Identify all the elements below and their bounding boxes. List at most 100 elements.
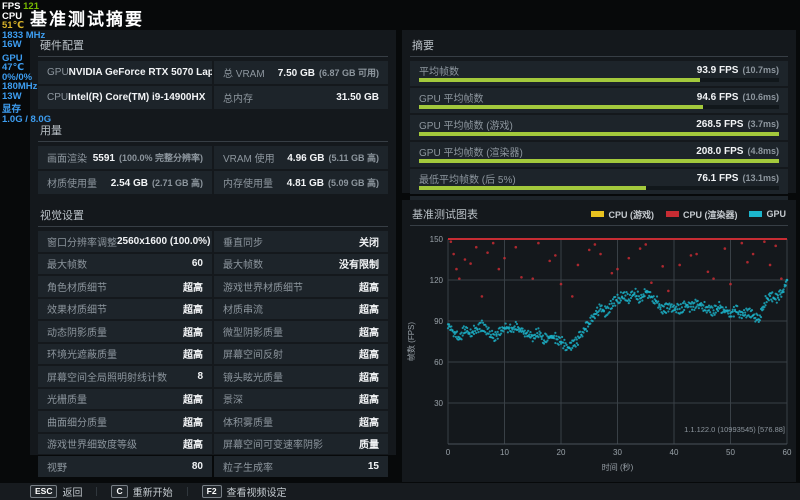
svg-text:帧数 (FPS): 帧数 (FPS) [406,322,416,361]
summary-bar-track [419,105,779,109]
setting-value: 超高 [359,395,379,407]
summary-value-sub: (10.7ms) [742,64,779,75]
hardware-cell: GPUNVIDIA GeForce RTX 5070 Laptop GPU [38,61,212,84]
summary-value: 93.9 FPS [696,64,739,76]
divider [186,487,188,496]
summary-bar [419,105,704,109]
usage-cell: 材质使用量 2.54 GB (2.71 GB 高) [38,171,212,194]
setting-label: 视野 [47,462,67,474]
visual-setting-cell: 粒子生成率 15 [214,456,388,477]
summary-bar-track [419,186,779,190]
legend-label: GPU [766,209,786,219]
setting-value: 质量 [359,440,379,452]
setting-value: 超高 [183,395,203,407]
summary-value: 76.1 FPS [696,172,739,184]
visual-setting-cell: 视野 80 [38,456,212,477]
summary-row: GPU 平均帧数 (游戏) 268.5 FPS (3.7ms) [410,115,788,140]
setting-value: 超高 [359,282,379,294]
divider [38,226,388,227]
esc-keycap: ESC [30,485,58,498]
c-keycap: C [111,485,128,498]
setting-label: 镜头眩光质量 [223,372,283,384]
setting-label: 画面渲染 [47,154,87,165]
legend-swatch-cpu-renderer [665,211,679,217]
setting-value: 超高 [359,305,379,317]
setting-value: 80 [191,460,203,472]
svg-text:120: 120 [430,276,444,285]
visual-setting-cell: 曲面细分质量 超高 [38,411,212,432]
legend-item-gpu: GPU [749,209,786,219]
setting-label: 材质使用量 [47,179,97,190]
setting-label: 内存使用量 [223,179,273,190]
legend-item-cpu-game: CPU (游戏) [591,208,654,221]
f2-keycap: F2 [201,485,222,498]
setting-value: 超高 [183,350,203,362]
summary-value-sub: (10.6ms) [742,91,779,102]
overlay-line: 16W [2,40,51,50]
setting-value: 8 [197,370,203,382]
overlay-line: 13W [2,91,51,102]
svg-text:60: 60 [783,448,792,457]
visual-setting-cell: 游戏世界材质细节 超高 [214,276,388,297]
setting-value: 4.96 GB [287,153,325,164]
svg-text:50: 50 [726,448,735,457]
visual-setting-cell: 窗口分辨率调整 2560x1600 (100.0%) [38,231,212,252]
summary-label: GPU 平均帧数 (渲染器) [419,147,523,159]
summary-bar-track [419,132,779,136]
legend-label: CPU (渲染器) [682,209,738,220]
restart-button[interactable]: C 重新开始 [111,484,173,499]
summary-value-sub: (4.8ms) [747,145,779,156]
svg-text:10: 10 [500,448,509,457]
svg-text:90: 90 [434,317,443,326]
divider [96,487,98,496]
setting-label: 体积雾质量 [223,417,273,429]
legend-swatch-gpu [749,211,763,217]
perf-overlay: FPS 121 CPU 51℃ 1833 MHz 16W GPU 47℃ 0%/0% 180MH… [2,2,51,124]
back-button[interactable]: ESC 返回 [30,484,82,499]
summary-row: GPU 平均帧数 (渲染器) 208.0 FPS (4.8ms) [410,142,788,167]
legend-swatch-cpu-game [591,211,605,217]
visual-setting-cell: 环境光遮蔽质量 超高 [38,343,212,364]
summary-bar [419,159,779,163]
setting-value: 超高 [183,327,203,339]
setting-label: 游戏世界细致度等级 [47,440,137,452]
fps-chart: 0 10 20 30 40 50 60 30 60 90 120 150 时间 (秒) 帧数 (FPS) 1… [406,235,792,472]
setting-value: 没有限制 [339,260,379,272]
svg-text:150: 150 [430,235,444,244]
summary-bar-track [419,78,779,82]
setting-value: 超高 [183,282,203,294]
setting-value: 超高 [359,350,379,362]
visual-setting-cell: 景深 超高 [214,388,388,409]
setting-label: 垂直同步 [223,237,263,249]
summary-rows: 平均帧数 93.9 FPS (10.7ms) GPU 平均帧数 94.6 FPS (10.… [410,61,788,221]
setting-label: 窗口分辨率调整 [47,237,117,249]
section-usage: 用量 画面渲染 5591 (100.0% 完整分辨率) VRAM 使用 4.96 GB(… [38,117,388,194]
svg-text:时间 (秒): 时间 (秒) [602,462,634,472]
section-title-summary: 摘要 [412,40,434,52]
divider [38,141,388,142]
setting-label: 效果材质细节 [47,305,107,317]
summary-row: GPU 平均帧数 94.6 FPS (10.6ms) [410,88,788,113]
visual-setting-cell: 最大帧数 60 [38,253,212,274]
video-settings-label: 查看视频设定 [226,488,287,499]
setting-label: 粒子生成率 [223,462,273,474]
divider [410,56,788,57]
setting-label: 微型阴影质量 [223,327,283,339]
summary-value: 208.0 FPS [696,145,744,157]
summary-row: 平均帧数 93.9 FPS (10.7ms) [410,61,788,86]
setting-value-sub: (5.11 GB 高) [328,153,379,163]
config-panel: 硬件配置 GPUNVIDIA GeForce RTX 5070 Laptop G… [30,30,396,477]
overlay-line: 1.0G / 8.0G [2,113,52,125]
setting-label: 游戏世界材质细节 [223,282,303,294]
visual-setting-cell: 最大帧数 没有限制 [214,253,388,274]
summary-label: 最低平均帧数 (后 5%) [419,174,516,186]
summary-value: 94.6 FPS [696,91,739,103]
usage-cell: 画面渲染 5591 (100.0% 完整分辨率) [38,146,212,169]
overlay-stat: 121 [23,1,39,12]
video-settings-button[interactable]: F2 查看视频设定 [201,484,287,499]
summary-label: GPU 平均帧数 [419,93,484,105]
overlay-stat: 1.0G / 8.0G [2,113,52,125]
setting-value-sub: (100.0% 完整分辨率) [118,153,203,163]
setting-value: 31.50 GB [336,92,379,103]
svg-text:0: 0 [446,448,451,457]
